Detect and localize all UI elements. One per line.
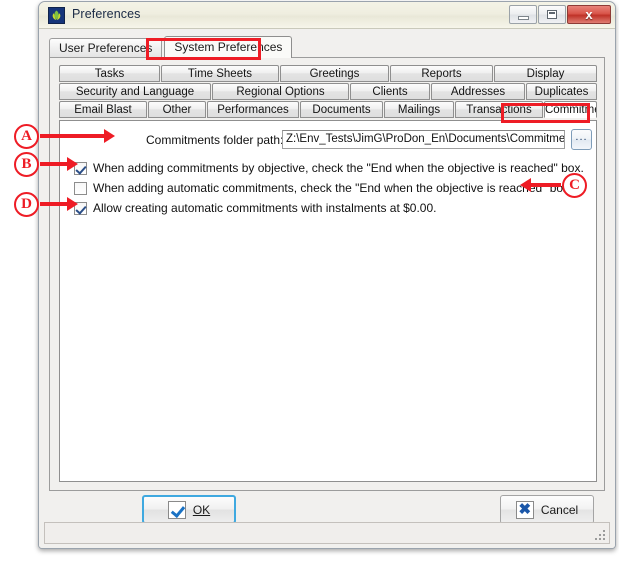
cross-icon: ✖ xyxy=(515,500,534,519)
tab-security-and-language[interactable]: Security and Language xyxy=(59,83,211,100)
cancel-button-label: Cancel xyxy=(540,502,579,517)
resize-grip-icon[interactable] xyxy=(595,530,606,541)
tab-clients[interactable]: Clients xyxy=(350,83,430,100)
checkbox-instalments-label: Allow creating automatic commitments wit… xyxy=(93,201,437,215)
checkbox-automatic[interactable] xyxy=(74,181,87,195)
folder-path-row: Commitments folder path: Z:\Env_Tests\Ji… xyxy=(60,129,596,151)
maximize-icon xyxy=(547,10,557,19)
annotation-box-commitments xyxy=(501,103,590,123)
tab-greetings[interactable]: Greetings xyxy=(280,65,389,82)
window-controls: x xyxy=(509,5,611,24)
window-title: Preferences xyxy=(72,7,141,21)
annotation-circle-d: D xyxy=(14,192,39,217)
annotation-arrow-a-line xyxy=(40,134,105,138)
checkbox-automatic-row[interactable]: When adding automatic commitments, check… xyxy=(74,179,572,197)
annotation-arrow-c-head xyxy=(520,178,531,192)
tab-addresses[interactable]: Addresses xyxy=(431,83,525,100)
close-button[interactable]: x xyxy=(567,5,611,24)
folder-path-field[interactable]: Z:\Env_Tests\JimG\ProDon_En\Documents\Co… xyxy=(282,130,565,149)
maximize-button[interactable] xyxy=(538,5,566,24)
annotation-arrow-c-line xyxy=(531,183,561,187)
tab-regional-options[interactable]: Regional Options xyxy=(212,83,349,100)
annotation-circle-c: C xyxy=(562,173,587,198)
ok-button-label: OK xyxy=(192,502,211,517)
checkmark-icon xyxy=(167,500,186,519)
preferences-window: Preferences x User Preferences System Pr… xyxy=(38,1,616,549)
folder-path-label: Commitments folder path: xyxy=(146,133,284,147)
annotation-arrow-d-head xyxy=(67,197,78,211)
checkbox-objective-row[interactable]: When adding commitments by objective, ch… xyxy=(74,159,584,177)
annotation-arrow-a-head xyxy=(104,129,115,143)
tab-reports[interactable]: Reports xyxy=(390,65,493,82)
annotation-arrow-d-line xyxy=(40,202,68,206)
minimize-button[interactable] xyxy=(509,5,537,24)
app-logo-icon xyxy=(48,7,65,24)
tab-documents[interactable]: Documents xyxy=(300,101,383,118)
annotation-arrow-b-head xyxy=(67,157,78,171)
close-icon: x xyxy=(585,7,593,22)
secondary-tab-row-1: Tasks Time Sheets Greetings Reports Disp… xyxy=(59,65,597,82)
ok-button[interactable]: OK xyxy=(142,495,236,524)
minimize-icon xyxy=(517,16,529,20)
tab-tasks[interactable]: Tasks xyxy=(59,65,160,82)
title-bar[interactable]: Preferences x xyxy=(39,2,615,29)
annotation-circle-a: A xyxy=(14,124,39,149)
checkbox-instalments-row[interactable]: Allow creating automatic commitments wit… xyxy=(74,199,436,217)
tab-mailings[interactable]: Mailings xyxy=(384,101,454,118)
annotation-circle-b: B xyxy=(14,152,39,177)
checkbox-objective-label: When adding commitments by objective, ch… xyxy=(93,161,584,175)
status-bar xyxy=(44,522,610,544)
tab-duplicates[interactable]: Duplicates xyxy=(526,83,597,100)
annotation-arrow-b-line xyxy=(40,162,68,166)
tab-display[interactable]: Display xyxy=(494,65,597,82)
tab-time-sheets[interactable]: Time Sheets xyxy=(161,65,279,82)
checkbox-automatic-label: When adding automatic commitments, check… xyxy=(93,181,573,195)
annotation-box-system-preferences xyxy=(146,38,261,60)
tab-email-blast[interactable]: Email Blast xyxy=(59,101,147,118)
screenshot-root: Preferences x User Preferences System Pr… xyxy=(0,0,619,564)
tab-performances[interactable]: Performances xyxy=(207,101,299,118)
cancel-button[interactable]: ✖ Cancel xyxy=(500,495,594,524)
secondary-tab-row-2: Security and Language Regional Options C… xyxy=(59,83,597,100)
browse-folder-button[interactable]: ... xyxy=(571,129,592,150)
tab-other[interactable]: Other xyxy=(148,101,206,118)
commitments-panel: Commitments folder path: Z:\Env_Tests\Ji… xyxy=(59,120,597,482)
